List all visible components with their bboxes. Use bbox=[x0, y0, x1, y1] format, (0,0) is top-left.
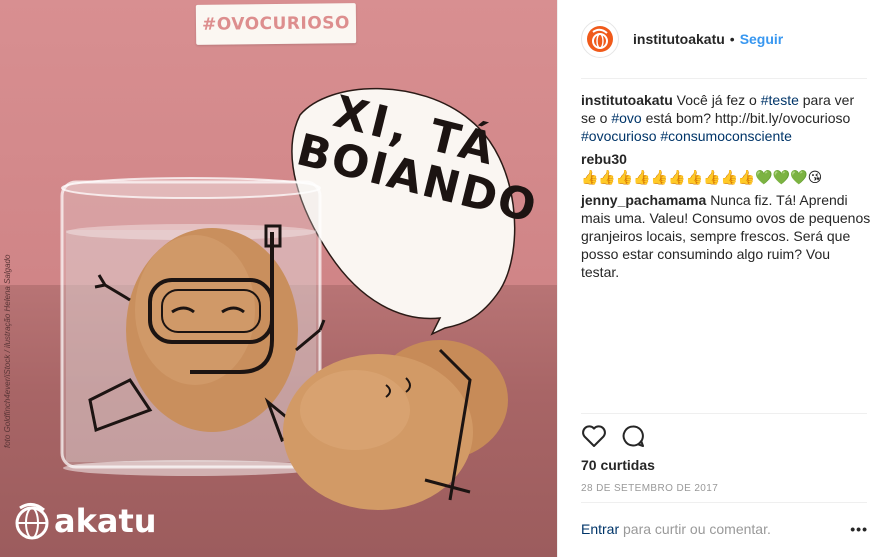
comments-list: institutoakatu Você já fez o #teste para… bbox=[581, 91, 871, 286]
brand-wordmark: akatu bbox=[54, 502, 157, 540]
list-item: jenny_pachamama Nunca fiz. Tá! Aprendi m… bbox=[581, 191, 871, 281]
hashtag-link[interactable]: #ovo bbox=[611, 110, 641, 126]
divider bbox=[581, 78, 867, 79]
comment-icon[interactable] bbox=[621, 424, 645, 448]
hashtag-link[interactable]: #ovocurioso bbox=[581, 128, 657, 144]
action-bar bbox=[581, 424, 645, 448]
caption-username[interactable]: institutoakatu bbox=[581, 92, 673, 108]
comment-text: 👍👍👍👍👍👍👍👍👍👍💚💚💚😘 bbox=[581, 169, 823, 185]
caption-text: está bom? http://bit.ly/ovocurioso bbox=[641, 110, 851, 126]
login-prompt-text: Entrar para curtir ou comentar. bbox=[581, 521, 771, 537]
divider bbox=[581, 502, 867, 503]
akatu-avatar-icon bbox=[587, 26, 613, 52]
likes-count[interactable]: 70 curtidas bbox=[581, 457, 655, 473]
follow-button[interactable]: Seguir bbox=[740, 31, 784, 47]
akatu-globe-icon bbox=[15, 503, 49, 540]
separator-dot: • bbox=[729, 31, 735, 47]
divider bbox=[581, 413, 867, 414]
heart-icon[interactable] bbox=[581, 424, 607, 448]
post-details-panel: institutoakatu • Seguir institutoakatu V… bbox=[557, 0, 887, 557]
comment-username[interactable]: jenny_pachamama bbox=[581, 192, 706, 208]
author-username[interactable]: institutoakatu bbox=[633, 31, 725, 47]
avatar[interactable] bbox=[581, 20, 619, 58]
post-header: institutoakatu • Seguir bbox=[558, 0, 887, 78]
akatu-logo: akatu bbox=[14, 502, 157, 540]
post-image[interactable]: #OVOCURIOSO foto Goldfinch4ever/iStock /… bbox=[0, 0, 557, 557]
post-date[interactable]: 28 DE SETEMBRO DE 2017 bbox=[581, 483, 718, 494]
caption: institutoakatu Você já fez o #teste para… bbox=[581, 91, 871, 145]
caption-text: Você já fez o bbox=[676, 92, 761, 108]
login-link[interactable]: Entrar bbox=[581, 521, 619, 537]
egg-illustration bbox=[60, 87, 516, 510]
more-options-button[interactable]: ••• bbox=[850, 521, 871, 537]
list-item: rebu30 👍👍👍👍👍👍👍👍👍👍💚💚💚😘 bbox=[581, 150, 871, 186]
hashtag-link[interactable]: #teste bbox=[761, 92, 799, 108]
login-prompt: Entrar para curtir ou comentar. ••• bbox=[581, 521, 871, 537]
login-suffix: para curtir ou comentar. bbox=[619, 521, 771, 537]
hashtag-link[interactable]: #consumoconsciente bbox=[660, 128, 792, 144]
comment-username[interactable]: rebu30 bbox=[581, 151, 627, 167]
